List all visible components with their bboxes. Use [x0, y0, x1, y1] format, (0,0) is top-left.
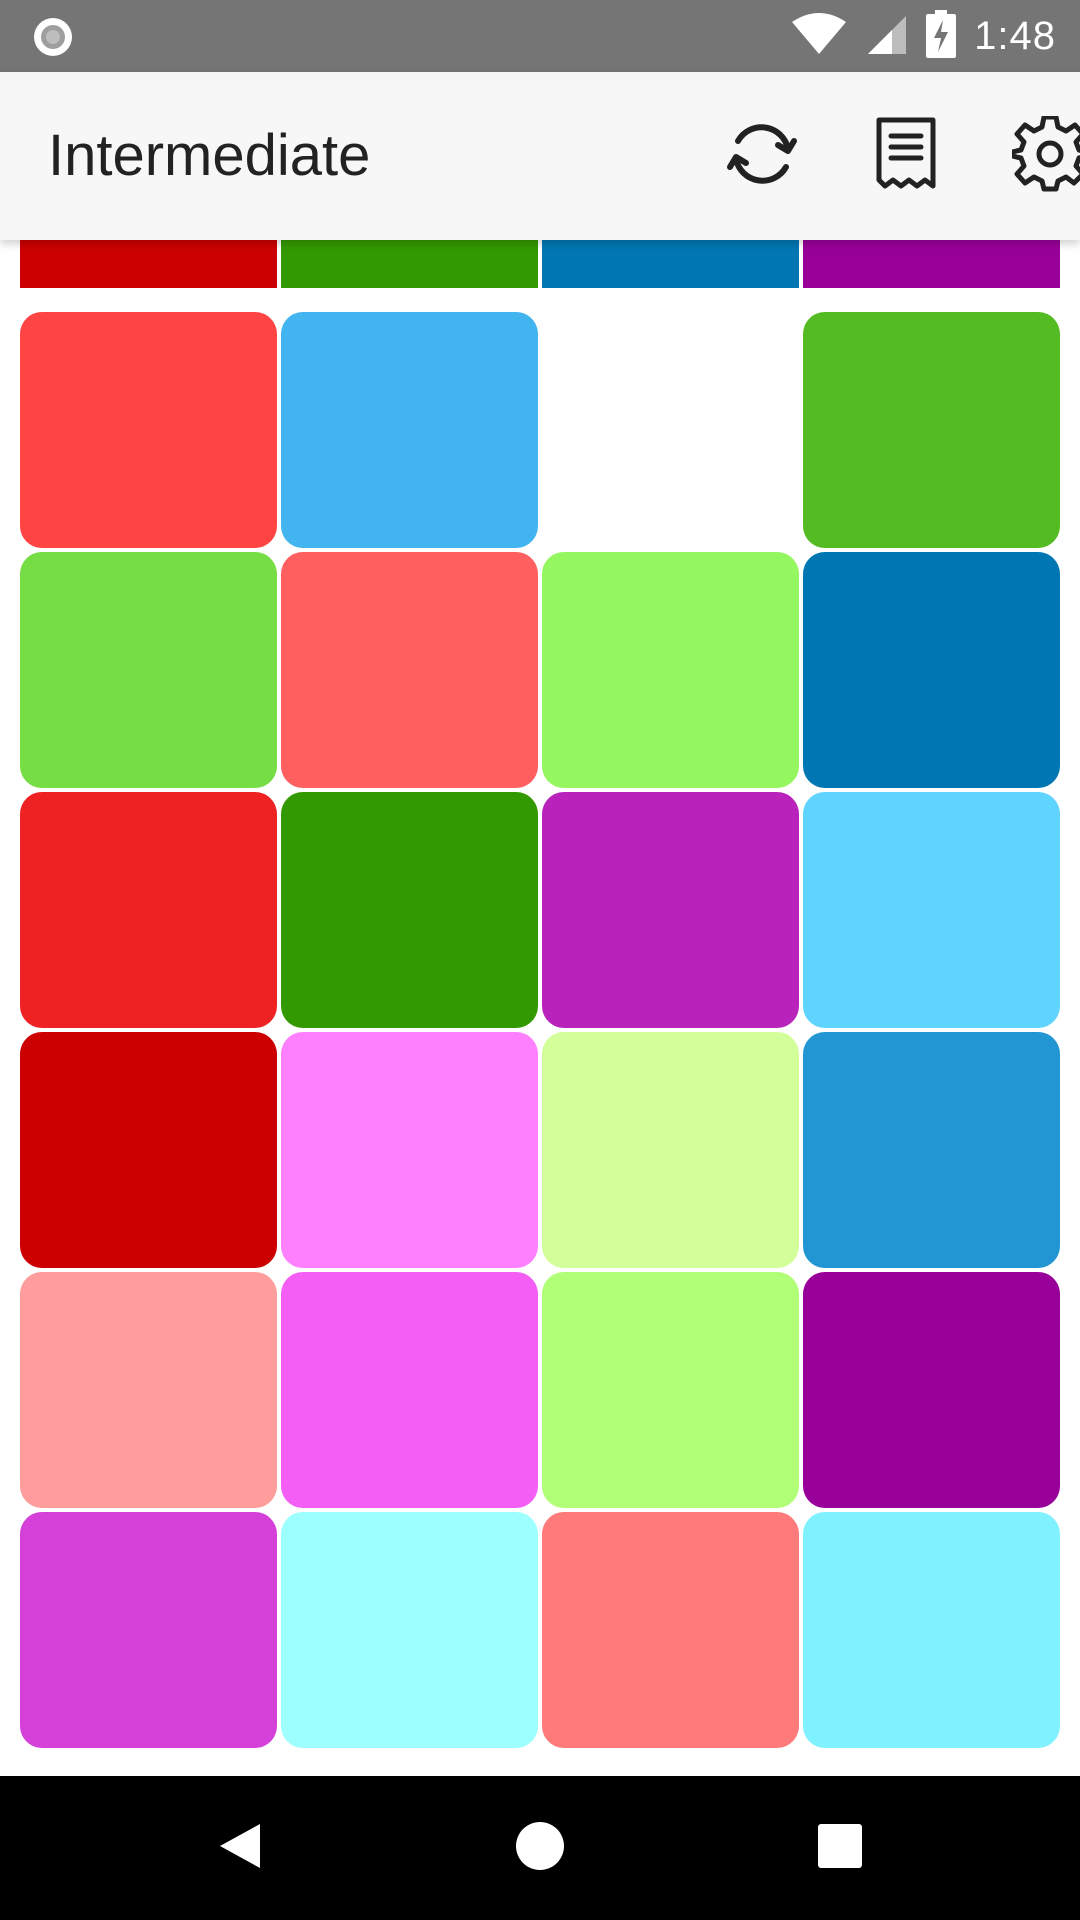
color-tile[interactable] — [281, 552, 538, 788]
target-swatch-1 — [20, 240, 277, 288]
color-tile[interactable] — [20, 312, 277, 548]
recents-button[interactable] — [804, 1812, 876, 1884]
status-time: 1:48 — [974, 13, 1056, 58]
settings-icon — [1009, 114, 1080, 197]
settings-button[interactable] — [1008, 114, 1080, 198]
home-button[interactable] — [504, 1812, 576, 1884]
color-tile[interactable] — [803, 552, 1060, 788]
notification-icon — [32, 16, 74, 58]
target-swatch-4 — [803, 240, 1060, 288]
empty-tile-slot[interactable] — [542, 312, 799, 548]
color-tile[interactable] — [803, 792, 1060, 1028]
color-tile[interactable] — [542, 1512, 799, 1748]
battery-charging-icon — [926, 9, 957, 63]
color-tile[interactable] — [20, 1272, 277, 1508]
history-button[interactable] — [864, 114, 948, 198]
tile-grid — [20, 312, 1060, 1748]
color-tile[interactable] — [542, 1272, 799, 1508]
color-tile[interactable] — [542, 1032, 799, 1268]
receipt-icon — [875, 116, 937, 197]
color-tile[interactable] — [803, 1512, 1060, 1748]
target-swatch-2 — [281, 240, 538, 288]
app-bar: Intermediate — [0, 72, 1080, 240]
color-tile[interactable] — [281, 792, 538, 1028]
status-icons: 1:48 — [790, 0, 1056, 72]
color-tile[interactable] — [20, 792, 277, 1028]
back-icon — [214, 1820, 266, 1877]
color-tile[interactable] — [803, 1272, 1060, 1508]
status-bar: 1:48 — [0, 0, 1080, 72]
home-icon — [514, 1820, 566, 1877]
color-tile[interactable] — [542, 792, 799, 1028]
color-tile[interactable] — [281, 1032, 538, 1268]
color-tile[interactable] — [281, 1512, 538, 1748]
back-button[interactable] — [204, 1812, 276, 1884]
color-tile[interactable] — [20, 552, 277, 788]
color-tile[interactable] — [803, 1032, 1060, 1268]
refresh-icon — [722, 119, 802, 194]
page-title: Intermediate — [48, 123, 371, 188]
color-tile[interactable] — [281, 1272, 538, 1508]
target-swatch-3 — [542, 240, 799, 288]
color-tile[interactable] — [803, 312, 1060, 548]
color-tile[interactable] — [20, 1032, 277, 1268]
target-color-strip — [20, 240, 1060, 288]
color-tile[interactable] — [542, 552, 799, 788]
navigation-bar — [0, 1776, 1080, 1920]
color-tile[interactable] — [281, 312, 538, 548]
cell-signal-icon — [866, 12, 908, 61]
refresh-button[interactable] — [720, 114, 804, 198]
recents-icon — [816, 1822, 864, 1875]
wifi-icon — [790, 12, 848, 61]
color-tile[interactable] — [20, 1512, 277, 1748]
